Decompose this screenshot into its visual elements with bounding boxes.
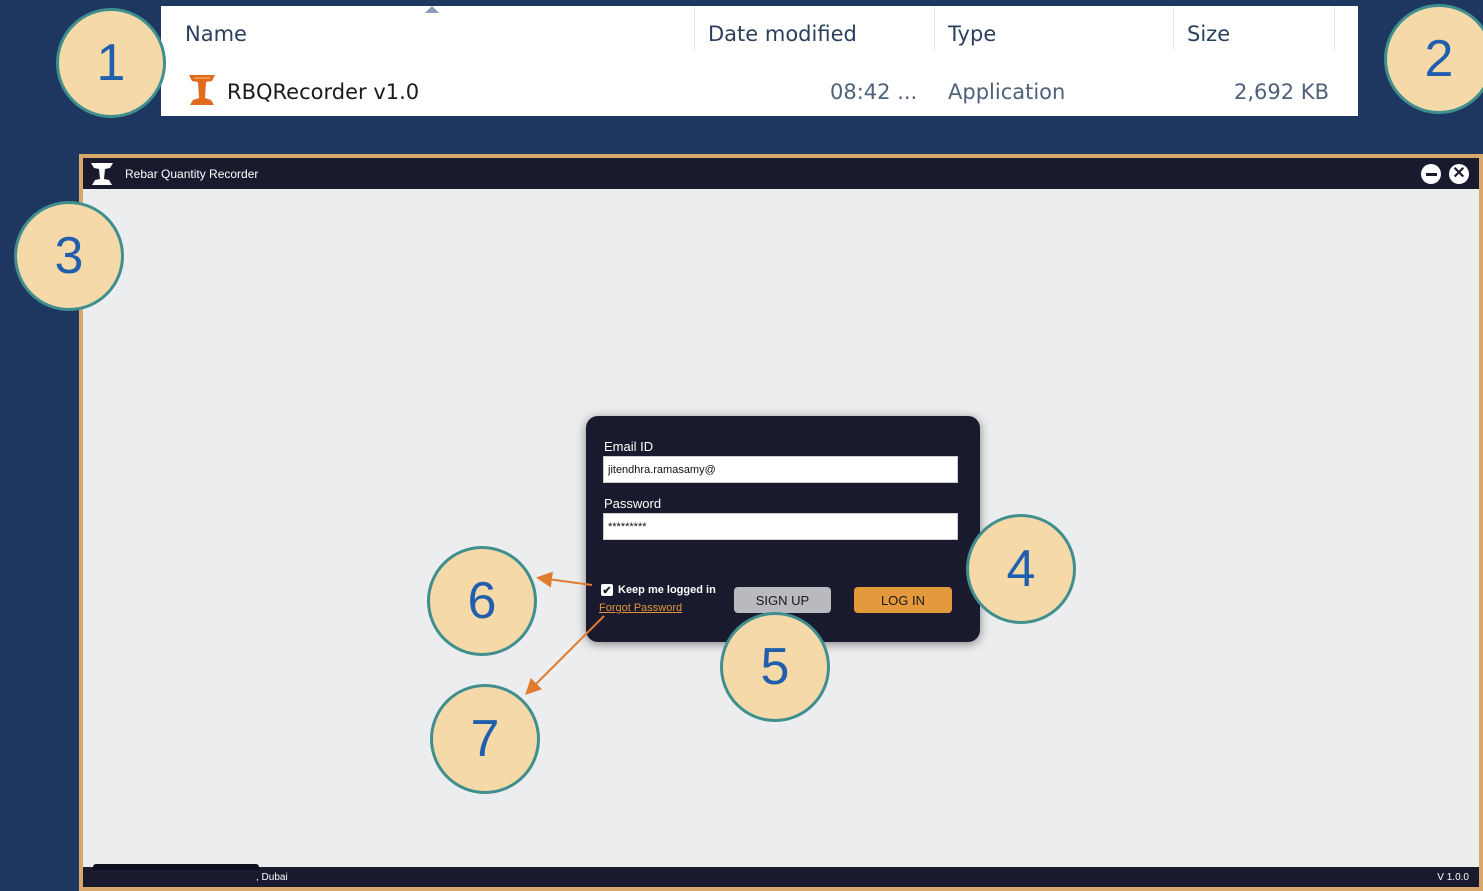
status-bar-tab	[93, 864, 259, 870]
file-date-modified: 08:42 ...	[830, 80, 918, 104]
column-header-type[interactable]: Type	[948, 22, 996, 46]
file-size: 2,692 KB	[1234, 80, 1329, 104]
close-button[interactable]: ✕	[1449, 164, 1469, 184]
sign-up-button[interactable]: SIGN UP	[734, 587, 831, 613]
column-divider[interactable]	[934, 6, 935, 50]
password-label: Password	[604, 496, 662, 511]
status-version: V 1.0.0	[1437, 872, 1469, 883]
email-field[interactable]	[603, 456, 958, 483]
annotation-badge-5: 5	[720, 612, 830, 722]
annotation-badge-6: 6	[427, 546, 537, 656]
forgot-password-link[interactable]: Forgot Password	[599, 602, 682, 614]
password-field[interactable]	[603, 513, 958, 540]
window-title: Rebar Quantity Recorder	[125, 166, 259, 181]
minus-circle-icon	[1425, 172, 1437, 176]
annotation-badge-2: 2	[1384, 4, 1483, 114]
keep-logged-in-checkbox[interactable]: ✔ Keep me logged in	[601, 584, 716, 597]
log-in-button[interactable]: LOG IN	[854, 587, 952, 613]
annotation-badge-4: 4	[966, 514, 1076, 624]
file-type: Application	[948, 80, 1066, 104]
file-name: RBQRecorder v1.0	[227, 80, 420, 104]
title-bar[interactable]: Rebar Quantity Recorder ✕	[83, 158, 1479, 189]
status-bar: , Dubai V 1.0.0	[83, 864, 1479, 887]
column-divider[interactable]	[1173, 6, 1174, 50]
minimize-button[interactable]	[1421, 164, 1441, 184]
close-circle-icon: ✕	[1452, 164, 1466, 182]
column-divider[interactable]	[1334, 6, 1335, 50]
status-location: , Dubai	[256, 872, 288, 883]
column-header-size[interactable]: Size	[1187, 22, 1230, 46]
annotation-badge-1: 1	[56, 8, 166, 118]
column-header-date-modified[interactable]: Date modified	[708, 22, 857, 46]
file-explorer-panel: Name Date modified Type Size RBQRecorder…	[161, 6, 1358, 116]
login-panel: Email ID Password ✔ Keep me logged in Fo…	[586, 416, 980, 642]
annotation-badge-3: 3	[14, 201, 124, 311]
rebar-app-icon	[189, 75, 215, 105]
rebar-logo-icon	[91, 162, 113, 185]
app-window: Rebar Quantity Recorder ✕ Email ID Passw…	[79, 154, 1483, 891]
annotation-badge-7: 7	[430, 684, 540, 794]
checkmark-icon: ✔	[601, 584, 613, 597]
column-divider[interactable]	[694, 6, 695, 50]
sort-ascending-icon	[425, 6, 439, 13]
column-header-name[interactable]: Name	[185, 22, 247, 46]
keep-logged-in-label: Keep me logged in	[618, 584, 716, 596]
email-label: Email ID	[604, 439, 654, 454]
